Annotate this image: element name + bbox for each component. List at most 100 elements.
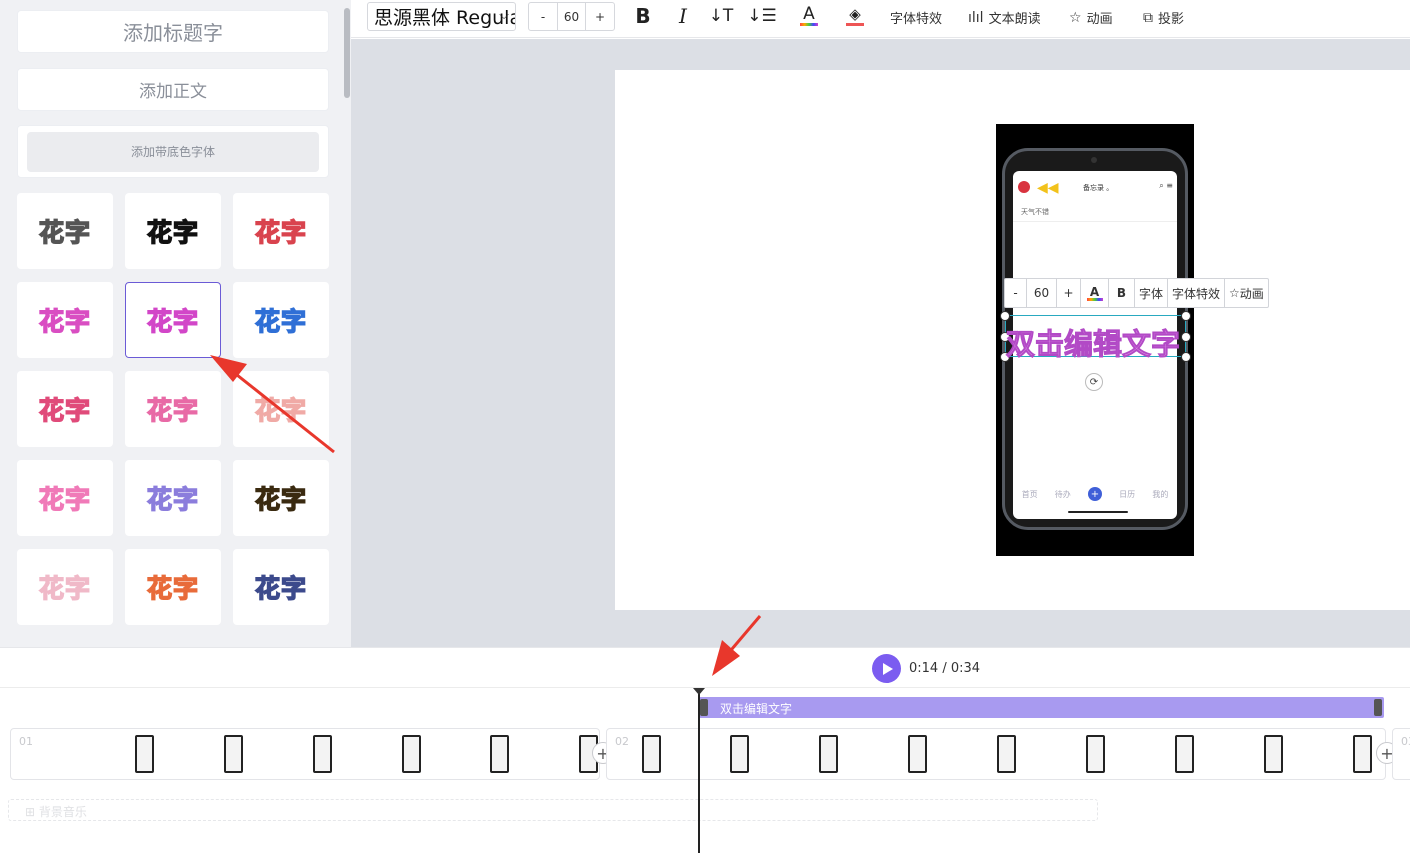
arrow-left-icon: ◀◀: [1037, 180, 1059, 196]
bold-button[interactable]: B: [633, 4, 653, 28]
inline-color-button[interactable]: A: [1081, 279, 1109, 307]
clip-number: 01: [19, 735, 33, 748]
text-layer[interactable]: 双击编辑文字: [1006, 321, 1186, 363]
font-style-tile[interactable]: 花字: [233, 282, 329, 358]
clip-thumbnail: [730, 735, 749, 773]
font-style-tile[interactable]: 花字: [125, 460, 221, 536]
weather-text: 天气不错: [1021, 208, 1049, 216]
text-track-bar[interactable]: 双击编辑文字: [698, 697, 1384, 718]
playhead[interactable]: [693, 688, 705, 853]
font-style-tile[interactable]: 花字: [125, 282, 221, 358]
home-indicator: [1068, 511, 1128, 513]
app-logo-icon: [1018, 181, 1030, 193]
clip-thumbnail: [224, 735, 243, 773]
add-title-text-button[interactable]: 添加标题字: [17, 10, 329, 53]
tab-todo: 待办: [1054, 489, 1071, 499]
clip-thumbnail: [313, 735, 332, 773]
panel-scrollbar[interactable]: [344, 8, 350, 98]
app-title: 备忘录 。: [1083, 184, 1114, 192]
rotate-icon[interactable]: ⟳: [1085, 373, 1103, 391]
text-track-label: 双击编辑文字: [720, 702, 793, 716]
clip-thumbnail: [1175, 735, 1194, 773]
background-music-label: ⊞ 背景音乐: [25, 805, 87, 819]
background-music-track[interactable]: ⊞ 背景音乐: [8, 799, 1098, 821]
font-style-tile[interactable]: 花字: [17, 282, 113, 358]
clip-thumbnail: [1353, 735, 1372, 773]
font-style-tile[interactable]: 花字: [125, 193, 221, 269]
shadow-icon: ⧉: [1143, 9, 1153, 26]
italic-button[interactable]: I: [673, 4, 693, 28]
time-readout: 0:14 / 0:34: [909, 661, 981, 676]
animation-button[interactable]: ☆ 动画: [1069, 8, 1113, 28]
font-style-grid: 花字 花字 花字 花字 花字 花字 花字 花字 花字 花字 花字 花字 花字 花字 花字: [17, 193, 337, 625]
text-color-icon[interactable]: A: [797, 4, 821, 28]
font-style-tile[interactable]: 花字: [17, 460, 113, 536]
font-style-tile[interactable]: 花字: [17, 371, 113, 447]
line-spacing-icon[interactable]: ↓☰: [747, 4, 776, 28]
trim-handle-left[interactable]: [700, 699, 708, 716]
inline-animation-button[interactable]: ☆ 动画: [1225, 279, 1268, 307]
font-size-stepper[interactable]: - 60 +: [528, 2, 615, 31]
video-clip[interactable]: 01: [10, 728, 600, 780]
inline-bold-button[interactable]: B: [1109, 279, 1135, 307]
add-bg-text-button[interactable]: 添加带底色字体: [27, 131, 319, 172]
font-size-decrease-button[interactable]: -: [529, 3, 557, 30]
font-family-select[interactable]: 思源黑体 Regular ⌵: [367, 2, 516, 31]
font-style-tile[interactable]: 花字: [233, 193, 329, 269]
font-style-tile[interactable]: 花字: [233, 549, 329, 625]
trim-handle-right[interactable]: [1374, 699, 1382, 716]
timeline-ruler[interactable]: [0, 687, 1410, 688]
letter-spacing-icon[interactable]: ↓T: [709, 4, 734, 28]
tab-home: 首页: [1021, 489, 1038, 499]
add-bg-text-wrapper: 添加带底色字体: [17, 125, 329, 178]
inline-effect-button[interactable]: 字体特效: [1168, 279, 1226, 307]
text-style-panel: 添加标题字 添加正文 添加带底色字体 花字 花字 花字 花字 花字 花字 花字 花字 花字 花字花…: [0, 0, 351, 647]
resize-handle[interactable]: [1000, 311, 1010, 321]
star-icon: ☆: [1229, 286, 1240, 300]
canvas-workspace: ◀◀ 备忘录 。 ⌕ ≡ 天气不错 ⟳ 首页 待办 + 日历 我的 - 60 +…: [351, 39, 1410, 647]
inline-font-button[interactable]: 字体: [1135, 279, 1169, 307]
text-effect-button[interactable]: 字体特效: [890, 8, 942, 27]
font-style-tile[interactable]: 花字: [233, 460, 329, 536]
clip-number: 02: [615, 735, 629, 748]
clip-thumbnail: [490, 735, 509, 773]
clip-thumbnail: [997, 735, 1016, 773]
font-style-tile[interactable]: 花字: [17, 549, 113, 625]
font-style-tile[interactable]: 花字: [233, 371, 329, 447]
app-header: ◀◀ 备忘录 。 ⌕ ≡: [1013, 179, 1177, 199]
fill-color-icon[interactable]: ◈: [843, 4, 867, 28]
add-body-text-button[interactable]: 添加正文: [17, 68, 329, 111]
clip-number: 03: [1401, 735, 1410, 748]
phone-tabbar: 首页 待办 + 日历 我的: [1013, 483, 1177, 505]
inline-size-increase[interactable]: +: [1057, 279, 1081, 307]
clip-thumbnail: [908, 735, 927, 773]
video-clip[interactable]: 03: [1392, 728, 1410, 780]
clip-thumbnail: [642, 735, 661, 773]
font-style-tile[interactable]: 花字: [125, 549, 221, 625]
divider: [1013, 221, 1177, 222]
clip-thumbnail: [402, 735, 421, 773]
font-style-tile[interactable]: 花字: [125, 371, 221, 447]
clip-thumbnail: [1086, 735, 1105, 773]
clip-thumbnail: [819, 735, 838, 773]
plus-icon: +: [1087, 487, 1102, 501]
font-size-increase-button[interactable]: +: [586, 3, 614, 30]
read-aloud-button[interactable]: ılıl 文本朗读: [968, 8, 1041, 28]
canvas-page[interactable]: ◀◀ 备忘录 。 ⌕ ≡ 天气不错 ⟳ 首页 待办 + 日历 我的 - 60 +…: [615, 70, 1410, 610]
font-family-value: 思源黑体 Regular: [374, 7, 516, 29]
resize-handle[interactable]: [1181, 311, 1191, 321]
play-button[interactable]: [872, 654, 901, 683]
chevron-down-icon: ⌵: [499, 8, 509, 23]
clip-thumbnail: [1264, 735, 1283, 773]
shadow-button[interactable]: ⧉ 投影: [1143, 8, 1184, 28]
font-size-value[interactable]: 60: [557, 3, 586, 30]
inline-text-toolbar: - 60 + A B 字体 字体特效 ☆ 动画: [1004, 278, 1269, 308]
inline-size-decrease[interactable]: -: [1005, 279, 1027, 307]
font-style-tile[interactable]: 花字: [17, 193, 113, 269]
timeline-panel: 0:14 / 0:34 双击编辑文字 01 + 02 + 03 ⊞ 背景音乐: [0, 647, 1410, 853]
camera-dot: [1091, 157, 1097, 163]
video-clip[interactable]: 02: [606, 728, 1386, 780]
star-icon: ☆: [1069, 9, 1082, 26]
text-toolbar: 思源黑体 Regular ⌵ - 60 + B I ↓T ↓☰ A ◈ 字体特效…: [351, 0, 1410, 38]
inline-size-value[interactable]: 60: [1027, 279, 1057, 307]
